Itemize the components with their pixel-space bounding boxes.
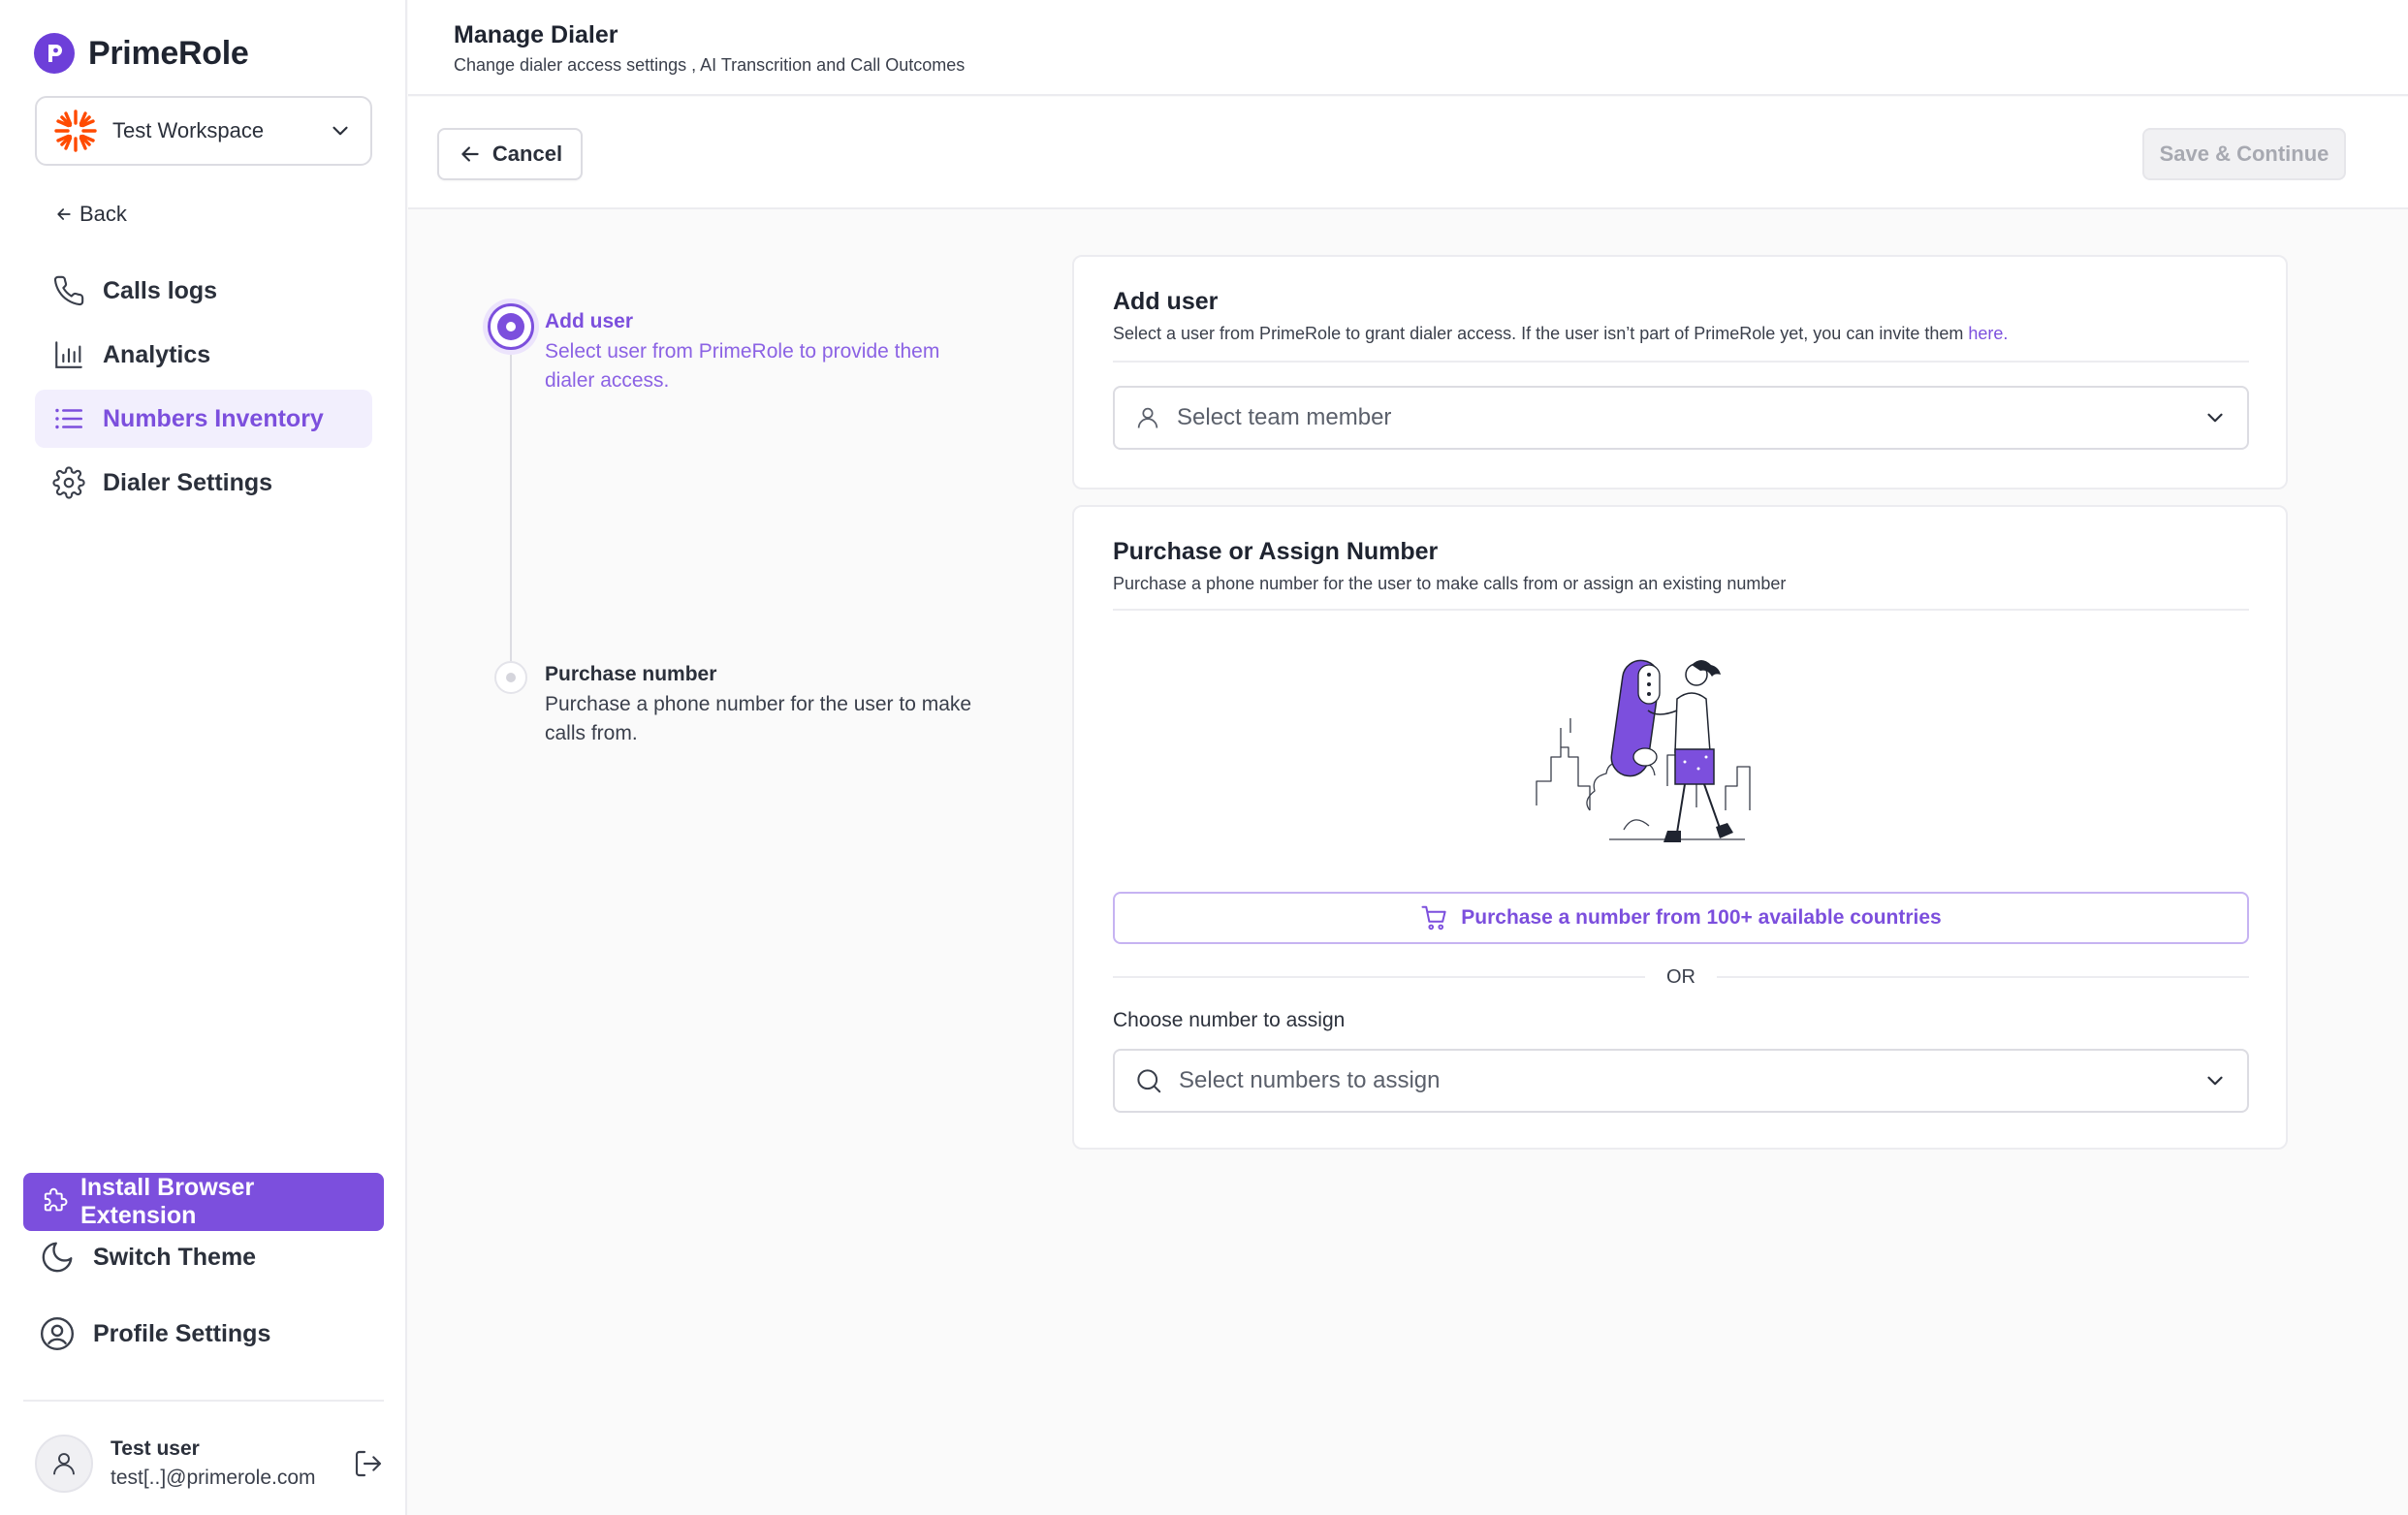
or-divider: OR	[1113, 963, 2249, 992]
page-subtitle: Change dialer access settings , AI Trans…	[454, 55, 966, 75]
avatar[interactable]	[35, 1435, 93, 1493]
assign-number-select[interactable]: Select numbers to assign	[1113, 1049, 2249, 1113]
progress-stepper: Add user Select user from PrimeRole to p…	[485, 300, 989, 756]
step-indicator-active	[488, 303, 534, 350]
assign-number-placeholder: Select numbers to assign	[1179, 1067, 1441, 1093]
install-extension-label: Install Browser Extension	[79, 1174, 255, 1229]
back-link[interactable]: Back	[54, 202, 127, 227]
team-member-select[interactable]: Select team member	[1113, 386, 2249, 450]
chevron-down-icon	[2207, 1076, 2223, 1086]
sidebar-item-calls-logs[interactable]: Calls logs	[35, 262, 372, 320]
sidebar-item-dialer-settings[interactable]: Dialer Settings	[35, 454, 372, 512]
switch-theme-label: Switch Theme	[93, 1243, 257, 1271]
workspace-logo-icon	[54, 110, 97, 152]
stepper-connector	[510, 345, 512, 684]
user-email: test[..]@primerole.com	[111, 1467, 316, 1489]
sidebar-item-label: Calls logs	[103, 276, 218, 304]
sidebar-item-label: Numbers Inventory	[103, 404, 324, 432]
workspace-name: Test Workspace	[112, 118, 265, 142]
card-description: Select a user from PrimeRole to grant di…	[1113, 324, 2008, 344]
user-icon	[1137, 407, 1158, 428]
card-title: Add user	[1113, 288, 1219, 315]
sidebar-item-label: Analytics	[103, 340, 211, 368]
arrow-left-icon	[57, 208, 71, 220]
primerole-logo-icon	[34, 33, 75, 74]
gear-icon	[52, 466, 85, 499]
step-title: Add user	[545, 310, 634, 332]
back-label: Back	[79, 202, 127, 226]
card-divider	[1113, 609, 2249, 611]
sidebar-divider	[23, 1400, 384, 1402]
profile-settings-label: Profile Settings	[93, 1319, 271, 1347]
moon-icon	[42, 1242, 73, 1273]
step-description: Purchase a phone number for the user to …	[545, 693, 972, 744]
cancel-button[interactable]: Cancel	[437, 128, 583, 180]
phone-call-illustration	[1536, 659, 1751, 842]
card-divider	[1113, 361, 2249, 363]
chevron-down-icon	[333, 126, 348, 136]
switch-theme-button[interactable]: Switch Theme	[39, 1239, 256, 1276]
or-label: OR	[1666, 965, 1695, 988]
add-user-card: Add user Select a user from PrimeRole to…	[1072, 255, 2288, 489]
purchase-number-button[interactable]: Purchase a number from 100+ available co…	[1113, 892, 2249, 944]
arrow-left-icon	[461, 146, 479, 162]
purchase-number-label: Purchase a number from 100+ available co…	[1461, 906, 1942, 929]
puzzle-icon	[44, 1187, 68, 1212]
sidebar-nav: Calls logs Analytics Numbers Inventory D…	[35, 262, 372, 518]
step-title: Purchase number	[545, 663, 717, 685]
card-title: Purchase or Assign Number	[1113, 538, 1439, 565]
step-add-user[interactable]: Add user Select user from PrimeRole to p…	[545, 310, 991, 395]
sidebar-item-label: Dialer Settings	[103, 468, 273, 496]
step-purchase-number[interactable]: Purchase number Purchase a phone number …	[545, 663, 991, 748]
cart-icon	[1421, 905, 1446, 931]
cancel-label: Cancel	[491, 142, 563, 166]
step-description: Select user from PrimeRole to provide th…	[545, 340, 940, 392]
workspace-selector[interactable]: Test Workspace	[35, 96, 372, 166]
sidebar: PrimeRole Test Workspace Back Calls logs	[0, 0, 407, 1515]
bar-chart-icon	[55, 341, 82, 368]
chevron-down-icon	[2207, 413, 2223, 423]
assign-number-label: Choose number to assign	[1113, 1009, 1346, 1031]
user-name: Test user	[111, 1437, 200, 1460]
phone-icon	[53, 275, 84, 306]
page-header: Manage Dialer Change dialer access setti…	[408, 0, 2408, 96]
profile-settings-button[interactable]: Profile Settings	[39, 1315, 270, 1352]
user-profile: Test user test[..]@primerole.com	[35, 1433, 384, 1495]
save-continue-label: Save & Continue	[2159, 142, 2329, 166]
install-extension-button[interactable]: Install Browser Extension	[23, 1173, 384, 1231]
page-title: Manage Dialer	[454, 21, 618, 48]
invite-link[interactable]: here.	[1968, 324, 2008, 343]
brand[interactable]: PrimeRole	[34, 33, 249, 74]
user-icon	[53, 1453, 75, 1475]
search-icon	[1137, 1069, 1161, 1093]
purchase-assign-card: Purchase or Assign Number Purchase a pho…	[1072, 505, 2288, 1150]
list-icon	[55, 408, 83, 429]
sidebar-item-analytics[interactable]: Analytics	[35, 326, 372, 384]
sidebar-item-numbers-inventory[interactable]: Numbers Inventory	[35, 390, 372, 448]
save-continue-button[interactable]: Save & Continue	[2142, 128, 2346, 180]
action-toolbar: Cancel Save & Continue	[408, 97, 2408, 209]
card-description-text: Select a user from PrimeRole to grant di…	[1113, 324, 1964, 343]
card-description: Purchase a phone number for the user to …	[1113, 574, 1787, 593]
team-member-placeholder: Select team member	[1177, 404, 1392, 430]
logout-icon[interactable]	[353, 1448, 384, 1479]
step-indicator-pending	[494, 661, 527, 694]
user-circle-icon	[40, 1316, 75, 1351]
brand-name: PrimeRole	[88, 34, 249, 72]
